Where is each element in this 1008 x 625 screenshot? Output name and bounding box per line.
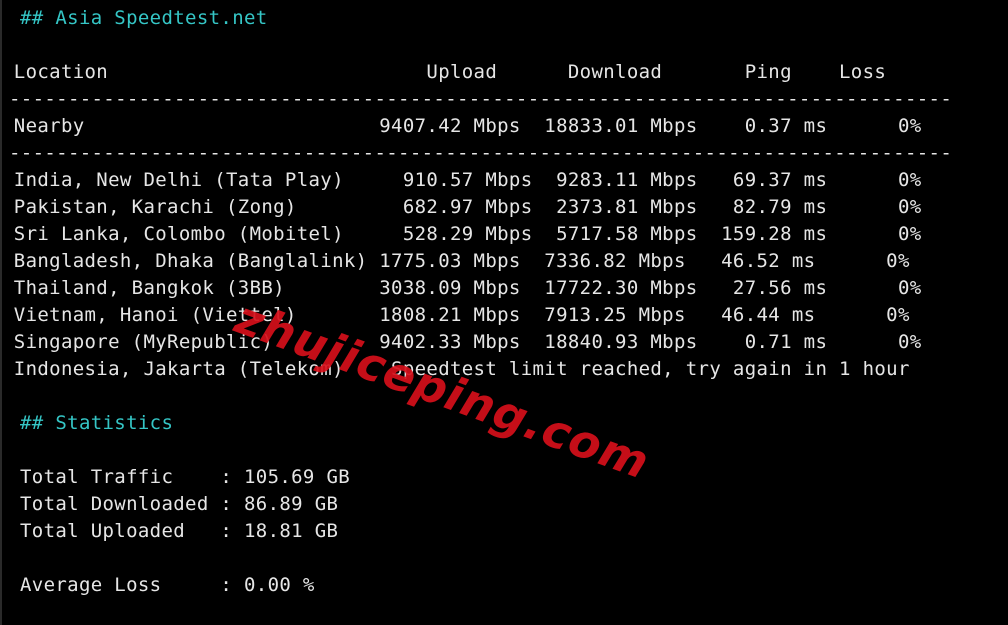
divider-top: ----------------------------------------… [9, 88, 953, 110]
statistics-heading: ## Statistics [20, 412, 174, 434]
table-row: Bangladesh, Dhaka (Banglalink) 1775.03 M… [2, 250, 910, 272]
table-row: Thailand, Bangkok (3BB) 3038.09 Mbps 177… [2, 277, 922, 299]
total-uploaded-line: Total Uploaded : 18.81 GB [20, 520, 339, 542]
asia-speedtest-heading: ## Asia Speedtest.net [20, 7, 268, 29]
table-row: Indonesia, Jakarta (Telekom) Speedtest l… [2, 358, 910, 380]
terminal-window: ## Asia Speedtest.net Location Upload Do… [0, 0, 1008, 625]
table-row: Sri Lanka, Colombo (Mobitel) 528.29 Mbps… [2, 223, 922, 245]
table-row: Singapore (MyRepublic) 9402.33 Mbps 1884… [2, 331, 922, 353]
table-header-row: Location Upload Download Ping Loss [2, 61, 887, 83]
divider-bottom: ----------------------------------------… [9, 142, 953, 164]
table-row: India, New Delhi (Tata Play) 910.57 Mbps… [2, 169, 922, 191]
average-loss-line: Average Loss : 0.00 % [20, 574, 315, 596]
table-row: Vietnam, Hanoi (Viettel) 1808.21 Mbps 79… [2, 304, 910, 326]
total-traffic-line: Total Traffic : 105.69 GB [20, 466, 351, 488]
nearby-row: Nearby 9407.42 Mbps 18833.01 Mbps 0.37 m… [2, 115, 922, 137]
total-downloaded-line: Total Downloaded : 86.89 GB [20, 493, 339, 515]
table-row: Pakistan, Karachi (Zong) 682.97 Mbps 237… [2, 196, 922, 218]
